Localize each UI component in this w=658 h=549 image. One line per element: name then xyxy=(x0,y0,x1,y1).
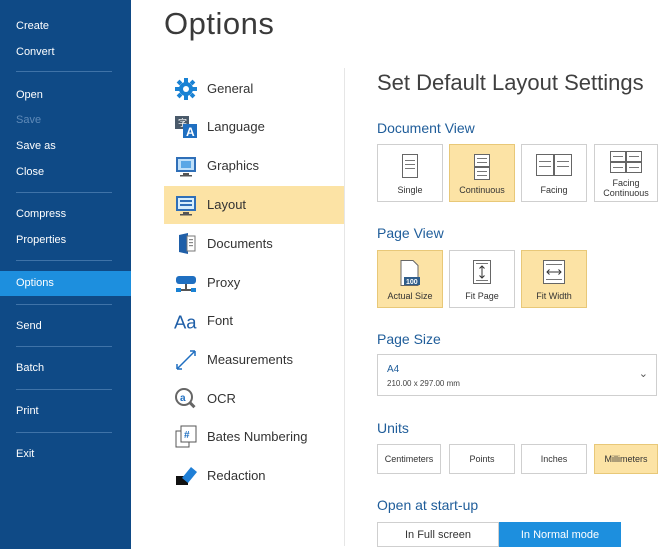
documents-icon xyxy=(174,232,198,256)
unit-points[interactable]: Points xyxy=(449,444,515,474)
tile-label: Facing Continuous xyxy=(603,178,649,198)
sidebar-item-save[interactable]: Save xyxy=(16,114,41,126)
ocr-icon: a xyxy=(174,387,198,411)
section-document-view: Document View xyxy=(377,120,475,136)
sidebar-item-convert[interactable]: Convert xyxy=(16,46,55,58)
page-view-actual-size[interactable]: 100 Actual Size xyxy=(377,250,443,308)
section-open-at-startup: Open at start-up xyxy=(377,497,479,513)
sidebar-divider xyxy=(16,71,112,72)
sidebar-item-create[interactable]: Create xyxy=(16,20,49,32)
sidebar-item-compress[interactable]: Compress xyxy=(16,208,66,220)
sidebar-item-close[interactable]: Close xyxy=(16,166,44,178)
category-proxy[interactable]: Proxy xyxy=(164,264,344,302)
sidebar-item-options[interactable]: Options xyxy=(16,277,54,289)
network-icon xyxy=(174,271,198,295)
sidebar-divider xyxy=(16,260,112,261)
tile-label: Single xyxy=(397,185,423,195)
startup-normal-mode-button[interactable]: In Normal mode xyxy=(499,522,621,547)
page-title: Options xyxy=(164,6,275,41)
sidebar-divider xyxy=(16,346,112,347)
tile-label: Fit Page xyxy=(465,291,499,301)
category-measurements[interactable]: Measurements xyxy=(164,341,344,379)
fit-width-icon xyxy=(543,260,565,289)
page-size-value: A4 xyxy=(387,364,400,375)
page-view-fit-page[interactable]: Fit Page xyxy=(449,250,515,308)
document-view-facing[interactable]: Facing xyxy=(521,144,587,202)
fit-page-icon xyxy=(473,260,491,289)
category-label: Font xyxy=(207,313,234,328)
tile-label: Actual Size xyxy=(387,291,433,301)
single-page-icon xyxy=(402,154,418,183)
sidebar-item-send[interactable]: Send xyxy=(16,320,42,332)
page-view-fit-width[interactable]: Fit Width xyxy=(521,250,587,308)
svg-text:Aa: Aa xyxy=(174,311,197,332)
actual-size-badge-text: 100 xyxy=(406,279,418,286)
continuous-pages-icon xyxy=(474,154,490,185)
category-general[interactable]: General xyxy=(164,70,344,108)
sidebar-divider xyxy=(16,192,112,193)
panel-title: Set Default Layout Settings xyxy=(377,70,644,95)
eraser-icon xyxy=(174,464,198,488)
sidebar-item-open[interactable]: Open xyxy=(16,89,43,101)
category-layout[interactable]: Layout xyxy=(164,186,344,224)
category-label: Bates Numbering xyxy=(207,429,308,444)
facing-pages-icon xyxy=(536,154,572,181)
unit-centimeters[interactable]: Centimeters xyxy=(377,444,441,474)
category-documents[interactable]: Documents xyxy=(164,225,344,263)
sidebar-divider xyxy=(16,432,112,433)
tile-label: Continuous xyxy=(459,185,505,195)
sidebar: Create Convert Open Save Save as Close C… xyxy=(0,0,131,549)
section-page-view: Page View xyxy=(377,225,444,241)
startup-full-screen-button[interactable]: In Full screen xyxy=(377,522,499,547)
page-size-dimensions: 210.00 x 297.00 mm xyxy=(387,379,460,388)
sidebar-item-save-as[interactable]: Save as xyxy=(16,140,56,152)
unit-inches[interactable]: Inches xyxy=(521,444,587,474)
category-label: General xyxy=(207,81,254,96)
divider xyxy=(344,68,345,546)
unit-millimeters[interactable]: Millimeters xyxy=(594,444,658,474)
tile-label: Fit Width xyxy=(536,291,572,301)
svg-text:a: a xyxy=(180,393,186,404)
document-view-facing-continuous[interactable]: Facing Continuous xyxy=(594,144,658,202)
sidebar-item-exit[interactable]: Exit xyxy=(16,448,34,460)
category-bates-numbering[interactable]: # Bates Numbering xyxy=(164,418,344,456)
actual-size-icon: 100 xyxy=(399,260,421,291)
gear-icon xyxy=(174,77,198,101)
category-ocr[interactable]: a OCR xyxy=(164,380,344,418)
category-label: OCR xyxy=(207,391,236,406)
section-page-size: Page Size xyxy=(377,331,441,347)
category-label: Documents xyxy=(207,236,273,251)
chevron-down-icon: ⌄ xyxy=(638,368,648,380)
font-icon: Aa xyxy=(174,309,198,333)
layout-icon xyxy=(174,193,198,217)
category-label: Measurements xyxy=(207,352,293,367)
sidebar-item-batch[interactable]: Batch xyxy=(16,362,44,374)
section-units: Units xyxy=(377,420,409,436)
category-label: Proxy xyxy=(207,275,241,290)
category-redaction[interactable]: Redaction xyxy=(164,457,344,495)
facing-continuous-icon xyxy=(610,151,642,178)
category-graphics[interactable]: Graphics xyxy=(164,147,344,185)
category-label: Layout xyxy=(207,197,247,212)
ruler-icon xyxy=(174,348,198,372)
category-language[interactable]: 字A Language xyxy=(164,108,344,146)
bates-icon: # xyxy=(174,425,198,449)
sidebar-item-properties[interactable]: Properties xyxy=(16,234,66,246)
category-label: Redaction xyxy=(207,468,266,483)
svg-text:A: A xyxy=(186,125,195,139)
sidebar-item-options-highlight: Options xyxy=(0,271,131,296)
category-label: Graphics xyxy=(207,158,260,173)
language-icon: 字A xyxy=(174,115,198,139)
category-font[interactable]: Aa Font xyxy=(164,302,344,340)
document-view-single[interactable]: Single xyxy=(377,144,443,202)
page-size-dropdown[interactable]: A4 210.00 x 297.00 mm ⌄ xyxy=(377,354,657,396)
svg-text:#: # xyxy=(184,430,190,441)
document-view-continuous[interactable]: Continuous xyxy=(449,144,515,202)
sidebar-divider xyxy=(16,389,112,390)
sidebar-item-print[interactable]: Print xyxy=(16,405,39,417)
category-label: Language xyxy=(207,119,265,134)
tile-label: Facing xyxy=(540,185,568,195)
sidebar-divider xyxy=(16,304,112,305)
monitor-icon xyxy=(174,154,198,178)
